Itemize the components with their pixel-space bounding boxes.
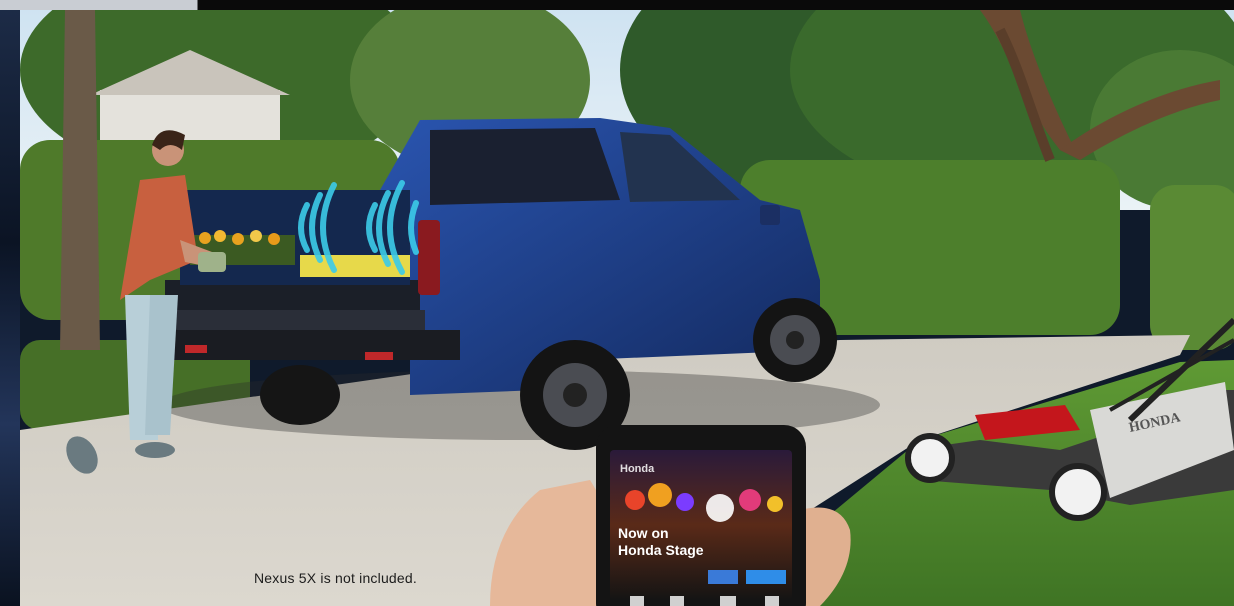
top-edge-strip [0,0,1234,10]
phone-app-brand: Honda [620,463,655,475]
instagram-icon [765,596,779,606]
facebook-icon [630,596,644,606]
twitter-icon [670,596,684,606]
phone-headline-line1: Now on [618,525,669,541]
left-edge-strip [0,0,20,606]
phone-headline-line2: Honda Stage [618,542,704,558]
hero-photo: HONDA Now on Honda Stage Honda [20,10,1234,606]
youtube-icon [720,596,736,606]
disclaimer-caption: Nexus 5X is not included. [254,570,417,586]
